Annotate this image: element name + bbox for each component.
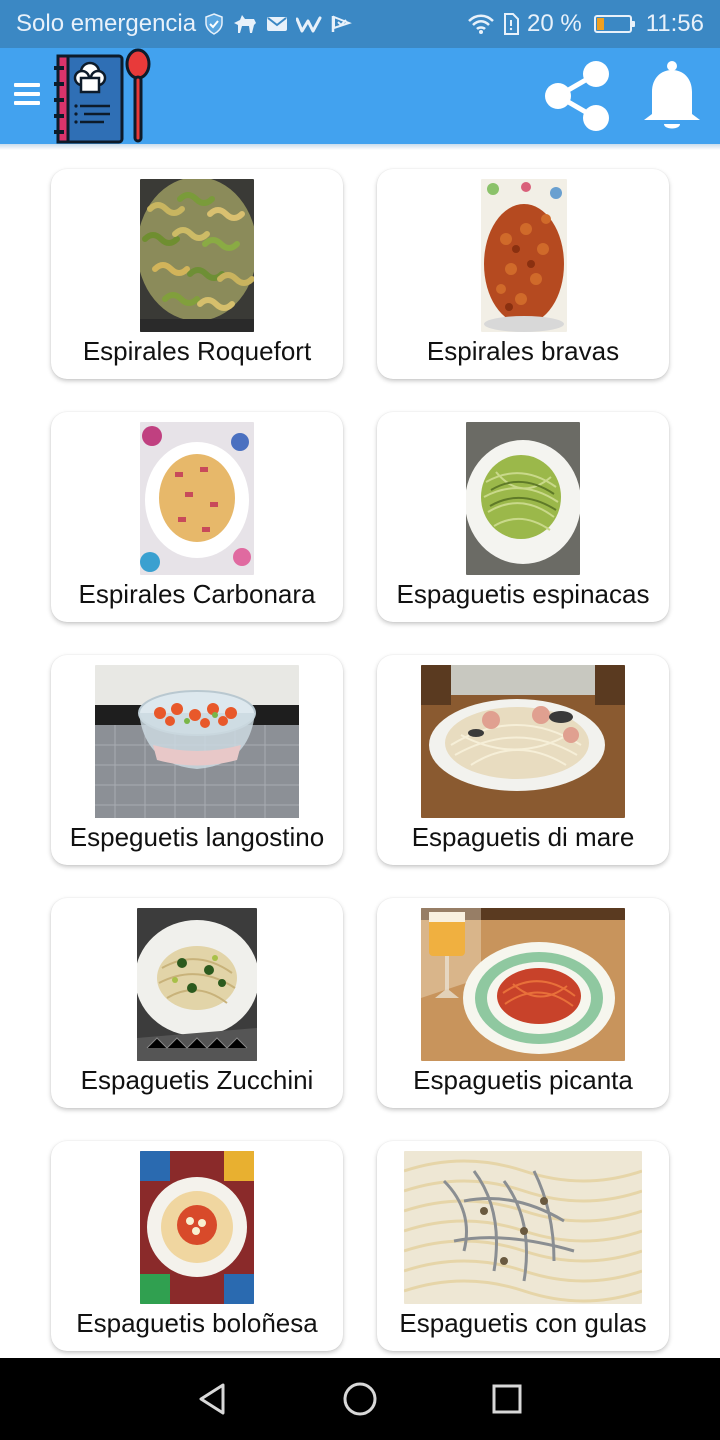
recipe-title: Espaguetis espinacas bbox=[396, 579, 650, 609]
recipe-image bbox=[481, 179, 567, 332]
recipe-card[interactable]: Espaguetis espinacas bbox=[377, 412, 669, 622]
status-left: Solo emergencia bbox=[16, 10, 353, 38]
recipe-image bbox=[421, 665, 625, 818]
recipe-title: Espaguetis picanta bbox=[413, 1065, 633, 1095]
battery-icon bbox=[593, 15, 635, 33]
recipe-title: Espirales Roquefort bbox=[82, 336, 312, 366]
back-icon[interactable] bbox=[183, 1369, 243, 1429]
flag-icon bbox=[330, 14, 353, 34]
status-right: 20 % 11:56 bbox=[467, 10, 704, 38]
recipe-title: Espeguetis langostino bbox=[69, 822, 325, 852]
carrier-text: Solo emergencia bbox=[16, 10, 197, 37]
recipe-image bbox=[140, 179, 254, 332]
recipe-card[interactable]: Espirales bravas bbox=[377, 169, 669, 379]
battery-percent: 20 % bbox=[527, 10, 582, 37]
share-icon[interactable] bbox=[540, 58, 614, 134]
recipe-title: Espirales Carbonara bbox=[78, 579, 316, 609]
recipe-grid: Espirales Roquefort Espirales bravas Esp… bbox=[0, 150, 720, 1358]
recipe-image bbox=[404, 1151, 642, 1304]
recipe-title: Espirales bravas bbox=[426, 336, 620, 366]
wifi-icon bbox=[467, 13, 495, 35]
recipe-title: Espaguetis boloñesa bbox=[76, 1308, 318, 1338]
recipe-card[interactable]: Espaguetis Zucchini bbox=[51, 898, 343, 1108]
recipe-image bbox=[140, 422, 254, 575]
sim-icon bbox=[503, 13, 520, 35]
recipe-book-logo bbox=[54, 48, 154, 144]
clock: 11:56 bbox=[645, 10, 704, 37]
vpn-shield-icon bbox=[204, 13, 224, 35]
navigation-bar bbox=[0, 1358, 720, 1440]
recipe-title: Espaguetis Zucchini bbox=[80, 1065, 314, 1095]
recipe-image bbox=[95, 665, 299, 818]
recipe-card[interactable]: Espirales Carbonara bbox=[51, 412, 343, 622]
recipe-image bbox=[466, 422, 580, 575]
recipe-title: Espaguetis di mare bbox=[411, 822, 635, 852]
recipe-card[interactable]: Espaguetis boloñesa bbox=[51, 1141, 343, 1351]
recipe-title: Espaguetis con gulas bbox=[399, 1308, 647, 1338]
menu-icon[interactable] bbox=[14, 78, 42, 114]
recipe-card[interactable]: Espaguetis con gulas bbox=[377, 1141, 669, 1351]
battery-level bbox=[596, 18, 604, 30]
recipe-card[interactable]: Espeguetis langostino bbox=[51, 655, 343, 865]
mail-icon bbox=[266, 15, 288, 33]
recipe-image bbox=[421, 908, 625, 1061]
recipe-card[interactable]: Espirales Roquefort bbox=[51, 169, 343, 379]
w-icon bbox=[296, 15, 322, 33]
home-icon[interactable] bbox=[330, 1369, 390, 1429]
recipe-image bbox=[140, 1151, 254, 1304]
dog-icon bbox=[232, 13, 258, 35]
recipe-card[interactable]: Espaguetis di mare bbox=[377, 655, 669, 865]
recents-icon[interactable] bbox=[477, 1369, 537, 1429]
recipe-card[interactable]: Espaguetis picanta bbox=[377, 898, 669, 1108]
recipe-image bbox=[137, 908, 257, 1061]
bell-icon[interactable] bbox=[638, 58, 706, 134]
status-bar: Solo emergencia 20 % 11:56 bbox=[0, 0, 720, 48]
